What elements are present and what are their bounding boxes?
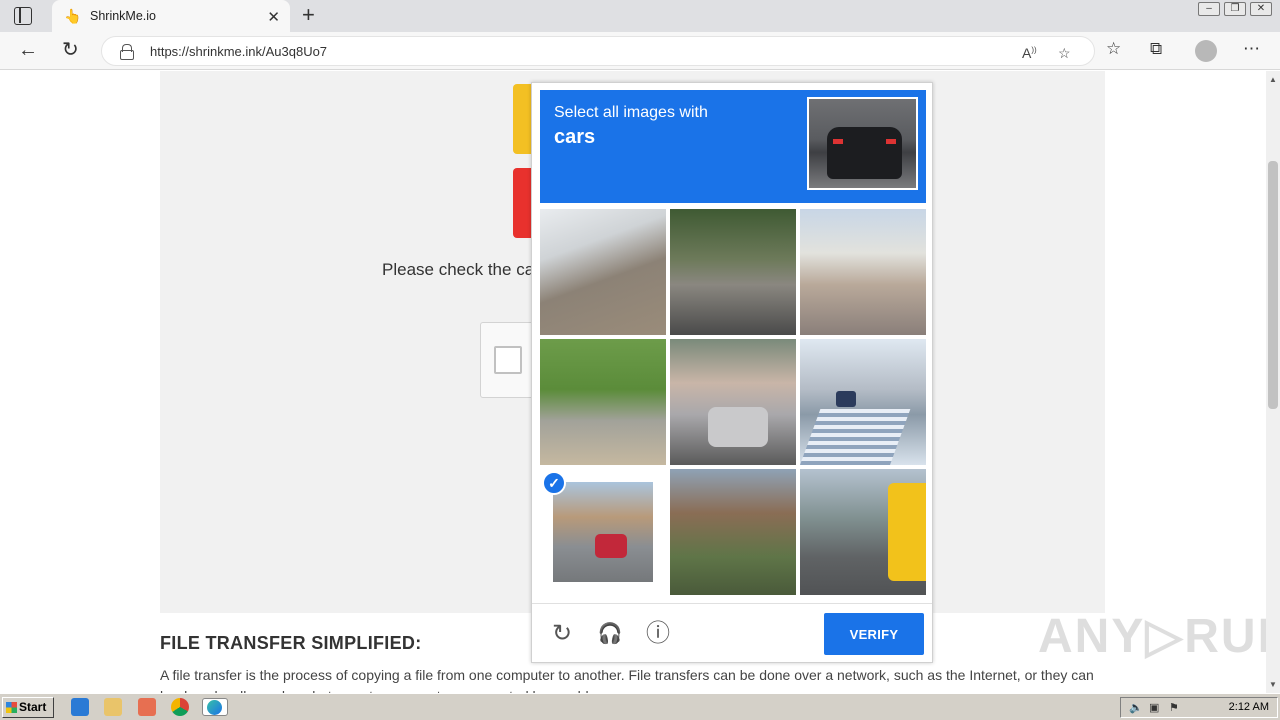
system-tray: 🔈 ▣ ⚑ 2:12 AM bbox=[1120, 697, 1278, 718]
lock-icon[interactable] bbox=[120, 44, 134, 60]
sample-car bbox=[827, 127, 902, 179]
captcha-instruction: Select all images with bbox=[554, 104, 708, 121]
recaptcha-checkbox[interactable] bbox=[494, 346, 522, 374]
chrome-icon[interactable] bbox=[171, 698, 189, 716]
close-window-button[interactable]: ✕ bbox=[1250, 2, 1272, 16]
verify-button[interactable]: VERIFY bbox=[824, 613, 924, 655]
profile-avatar[interactable] bbox=[1195, 40, 1217, 62]
tile-car bbox=[595, 534, 627, 558]
browser-tab[interactable]: 👆 ShrinkMe.io ✕ bbox=[52, 0, 290, 32]
captcha-tile-1[interactable] bbox=[540, 209, 666, 335]
explorer-icon[interactable] bbox=[104, 698, 122, 716]
tile-bus bbox=[888, 483, 926, 581]
captcha-tile-4[interactable] bbox=[540, 339, 666, 465]
captcha-challenge: Select all images with cars ✓ ↻ 🎧 ⓘ VERI… bbox=[531, 82, 933, 663]
crosswalk bbox=[800, 409, 911, 465]
captcha-grid: ✓ bbox=[540, 209, 926, 595]
selected-check-icon: ✓ bbox=[542, 471, 566, 495]
media-player-icon[interactable] bbox=[138, 698, 156, 716]
captcha-tile-8[interactable] bbox=[670, 469, 796, 595]
section-heading: FILE TRANSFER SIMPLIFIED: bbox=[160, 633, 422, 653]
more-menu-icon[interactable]: ⋯ bbox=[1243, 39, 1260, 59]
captcha-tile-9[interactable] bbox=[800, 469, 926, 595]
edge-taskbar-button[interactable] bbox=[202, 698, 228, 716]
captcha-divider bbox=[532, 603, 932, 604]
read-aloud-icon[interactable]: A)) bbox=[1022, 45, 1037, 61]
back-arrow-icon[interactable]: ← bbox=[18, 39, 38, 61]
tile-car bbox=[836, 391, 856, 407]
scroll-down-icon[interactable]: ▼ bbox=[1269, 680, 1277, 689]
captcha-sample-image bbox=[807, 97, 918, 190]
start-button[interactable]: Start bbox=[2, 697, 54, 718]
tab-title: ShrinkMe.io bbox=[90, 9, 156, 23]
tab-close-icon[interactable]: ✕ bbox=[267, 8, 280, 26]
volume-icon[interactable]: 🔈 bbox=[1129, 701, 1143, 714]
selected-tile-image bbox=[553, 482, 653, 582]
collections-icon[interactable]: ⧉ bbox=[1150, 39, 1162, 59]
captcha-tile-2[interactable] bbox=[670, 209, 796, 335]
flag-icon[interactable]: ⚑ bbox=[1169, 701, 1179, 714]
section-paragraph: A file transfer is the process of copyin… bbox=[160, 667, 1094, 693]
favorites-icon[interactable]: ☆ bbox=[1106, 39, 1121, 59]
minimize-button[interactable]: – bbox=[1198, 2, 1220, 16]
restore-button[interactable]: ❐ bbox=[1224, 2, 1246, 16]
page-scrollbar[interactable]: ▲ ▼ bbox=[1266, 71, 1280, 693]
info-icon[interactable]: ⓘ bbox=[645, 621, 671, 647]
refresh-icon[interactable]: ↻ bbox=[62, 39, 79, 61]
tab-actions-icon[interactable] bbox=[14, 7, 32, 25]
tile-car bbox=[708, 407, 768, 447]
check-captcha-text: Please check the ca bbox=[382, 260, 535, 279]
captcha-tile-5[interactable] bbox=[670, 339, 796, 465]
url-text[interactable]: https://shrinkme.ink/Au3q8Uo7 bbox=[150, 44, 327, 59]
new-tab-button[interactable]: + bbox=[302, 4, 315, 26]
captcha-header: Select all images with cars bbox=[540, 90, 926, 203]
clock: 2:12 AM bbox=[1228, 701, 1269, 713]
scroll-up-icon[interactable]: ▲ bbox=[1269, 75, 1277, 84]
scrollbar-thumb[interactable] bbox=[1268, 161, 1278, 409]
browser-titlebar: 👆 ShrinkMe.io ✕ + – ❐ ✕ bbox=[0, 0, 1280, 32]
captcha-target: cars bbox=[554, 126, 596, 148]
captcha-tile-3[interactable] bbox=[800, 209, 926, 335]
network-icon[interactable]: ▣ bbox=[1149, 701, 1159, 714]
address-bar[interactable]: https://shrinkme.ink/Au3q8Uo7 A)) ☆ bbox=[101, 36, 1095, 66]
windows-taskbar: Start 🔈 ▣ ⚑ 2:12 AM bbox=[0, 693, 1280, 720]
captcha-tile-6[interactable] bbox=[800, 339, 926, 465]
edge-icon bbox=[207, 700, 222, 715]
favicon-icon: 👆 bbox=[64, 8, 82, 24]
browser-navbar: ← ↻ https://shrinkme.ink/Au3q8Uo7 A)) ☆ … bbox=[0, 32, 1280, 70]
anyrun-watermark: ANY▷RUN bbox=[1038, 610, 1266, 663]
window-controls: – ❐ ✕ bbox=[1198, 2, 1272, 16]
add-favorite-icon[interactable]: ☆ bbox=[1058, 45, 1071, 62]
ie-icon[interactable] bbox=[71, 698, 89, 716]
reload-icon[interactable]: ↻ bbox=[549, 621, 575, 647]
captcha-tile-7[interactable]: ✓ bbox=[540, 469, 666, 595]
audio-icon[interactable]: 🎧 bbox=[597, 621, 623, 647]
